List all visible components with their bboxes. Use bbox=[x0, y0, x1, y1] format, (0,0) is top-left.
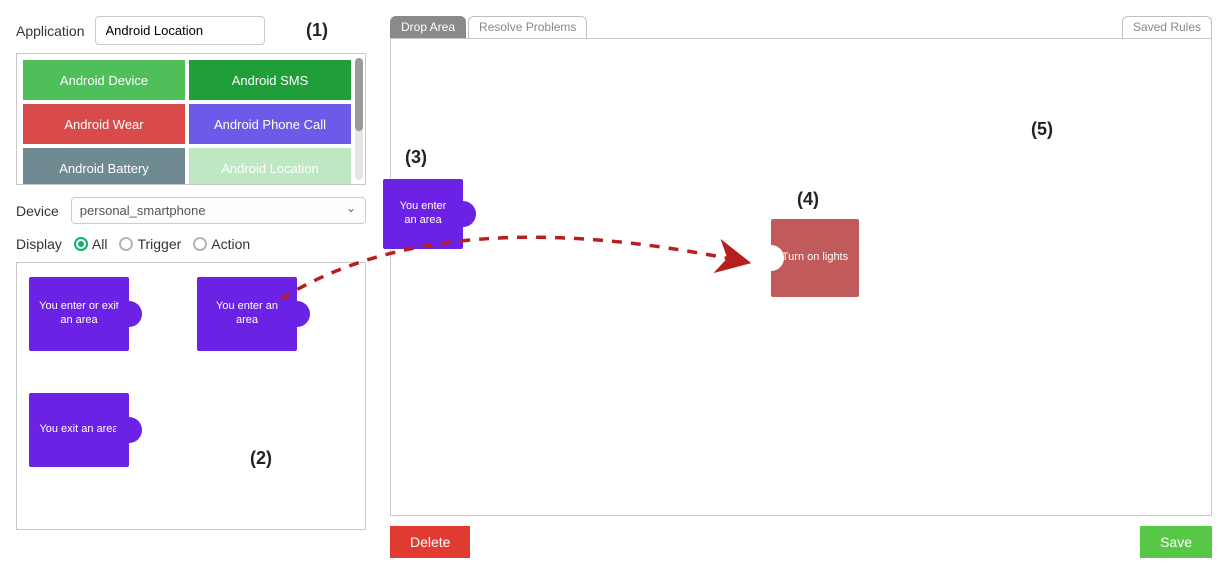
drop-area-canvas[interactable]: You enter an area Turn on lights (3) (4)… bbox=[390, 38, 1212, 516]
display-radio-trigger-label: Trigger bbox=[137, 236, 181, 252]
annotation-5: (5) bbox=[1031, 119, 1053, 140]
canvas-block-action[interactable]: Turn on lights bbox=[771, 219, 859, 297]
device-label: Device bbox=[16, 203, 59, 219]
tab-saved-rules[interactable]: Saved Rules bbox=[1122, 16, 1212, 38]
palette-block-enter[interactable]: You enter an area bbox=[197, 277, 297, 351]
app-tile[interactable]: Android SMS bbox=[189, 60, 351, 100]
app-tile[interactable]: Android Phone Call bbox=[189, 104, 351, 144]
radio-dot-icon bbox=[193, 237, 207, 251]
display-label: Display bbox=[16, 236, 62, 252]
display-radio-all[interactable]: All bbox=[74, 236, 108, 252]
annotation-4: (4) bbox=[797, 189, 819, 210]
annotation-3: (3) bbox=[405, 147, 427, 168]
apps-scrollbar[interactable] bbox=[355, 58, 363, 180]
annotation-1: (1) bbox=[306, 20, 328, 41]
application-input[interactable] bbox=[95, 16, 265, 45]
app-tile[interactable]: Android Device bbox=[23, 60, 185, 100]
tab-drop-area[interactable]: Drop Area bbox=[390, 16, 466, 38]
application-tiles-box: Android DeviceAndroid SMSAndroid WearAnd… bbox=[16, 53, 366, 185]
app-tile[interactable]: Android Location bbox=[189, 148, 351, 185]
radio-dot-icon bbox=[74, 237, 88, 251]
app-tile[interactable]: Android Wear bbox=[23, 104, 185, 144]
blocks-palette: You enter or exit an area You enter an a… bbox=[16, 262, 366, 530]
application-label: Application bbox=[16, 23, 85, 39]
radio-dot-icon bbox=[119, 237, 133, 251]
display-radio-trigger[interactable]: Trigger bbox=[119, 236, 181, 252]
palette-block-enter-or-exit[interactable]: You enter or exit an area bbox=[29, 277, 129, 351]
tab-resolve-problems[interactable]: Resolve Problems bbox=[468, 16, 587, 38]
canvas-block-trigger[interactable]: You enter an area bbox=[383, 179, 463, 249]
display-radio-action-label: Action bbox=[211, 236, 250, 252]
save-button[interactable]: Save bbox=[1140, 526, 1212, 558]
device-select[interactable]: personal_smartphone bbox=[71, 197, 366, 224]
palette-block-exit[interactable]: You exit an area bbox=[29, 393, 129, 467]
delete-button[interactable]: Delete bbox=[390, 526, 470, 558]
display-radio-action[interactable]: Action bbox=[193, 236, 250, 252]
app-tile[interactable]: Android Battery bbox=[23, 148, 185, 185]
annotation-2: (2) bbox=[250, 448, 272, 469]
display-radio-all-label: All bbox=[92, 236, 108, 252]
